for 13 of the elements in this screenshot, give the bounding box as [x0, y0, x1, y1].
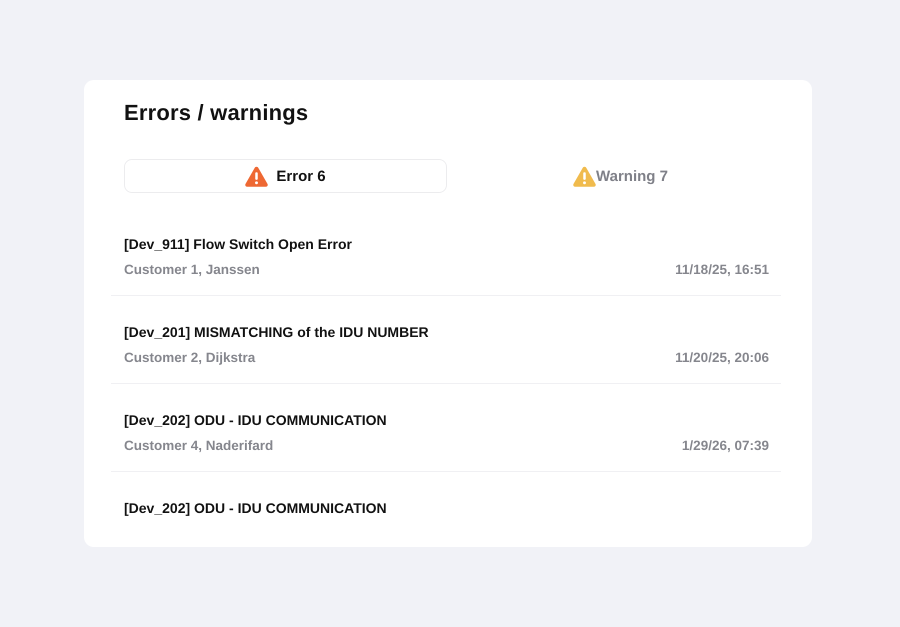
- timestamp: 11/20/25, 20:06: [675, 349, 769, 367]
- tab[interactable]: Error 6: [124, 159, 447, 193]
- error-title: [Dev_911] Flow Switch Open Error: [124, 235, 353, 254]
- error-title: [Dev_201] MISMATCHING of the IDU NUMBER: [124, 323, 430, 342]
- tab[interactable]: Warning 7: [459, 159, 782, 193]
- panel-title: Errors / warnings: [124, 99, 310, 127]
- customer-name: Customer 4, Naderifard: [124, 437, 274, 455]
- timestamp: 11/18/25, 16:51: [675, 261, 769, 279]
- customer-name: Customer 1, Janssen: [124, 261, 260, 279]
- error-title: [Dev_202] ODU - IDU COMMUNICATION: [124, 411, 388, 430]
- customer-name: Customer 2, Dijkstra: [124, 349, 256, 367]
- error-title: [Dev_202] ODU - IDU COMMUNICATION: [124, 499, 388, 518]
- timestamp: 1/29/26, 07:39: [682, 437, 769, 455]
